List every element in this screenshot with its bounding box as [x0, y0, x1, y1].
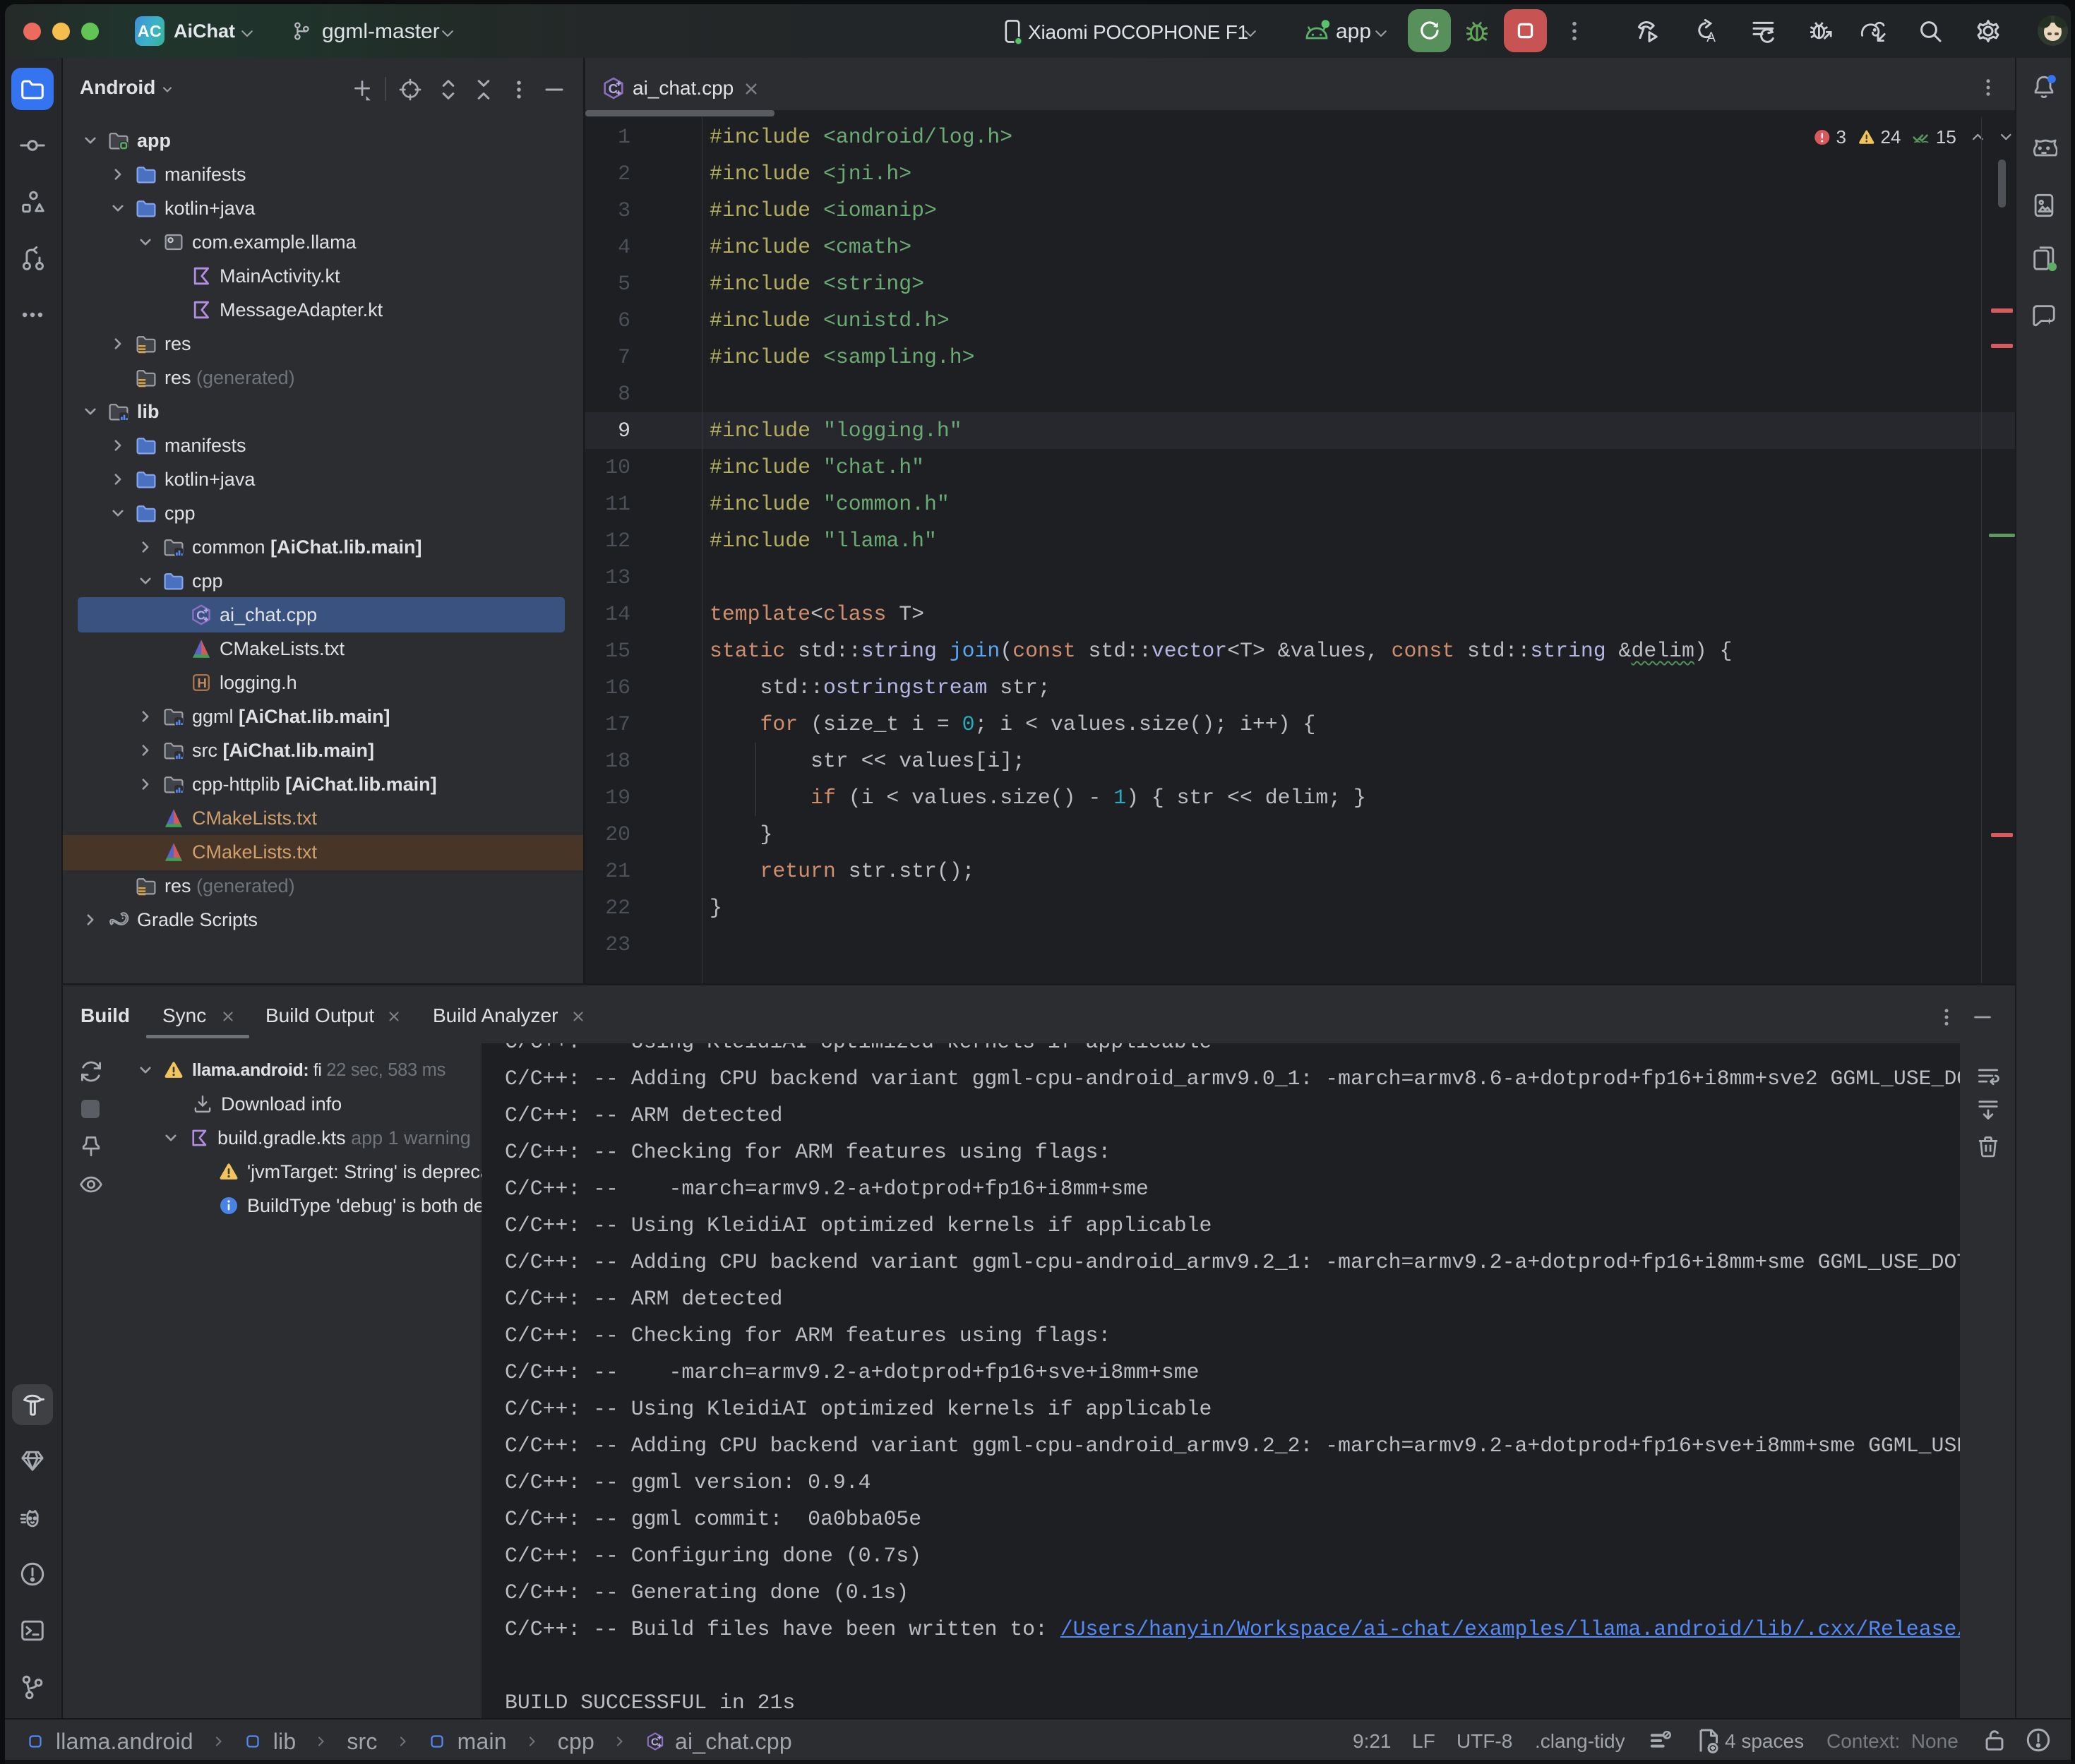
- svg-text:A: A: [1706, 30, 1716, 45]
